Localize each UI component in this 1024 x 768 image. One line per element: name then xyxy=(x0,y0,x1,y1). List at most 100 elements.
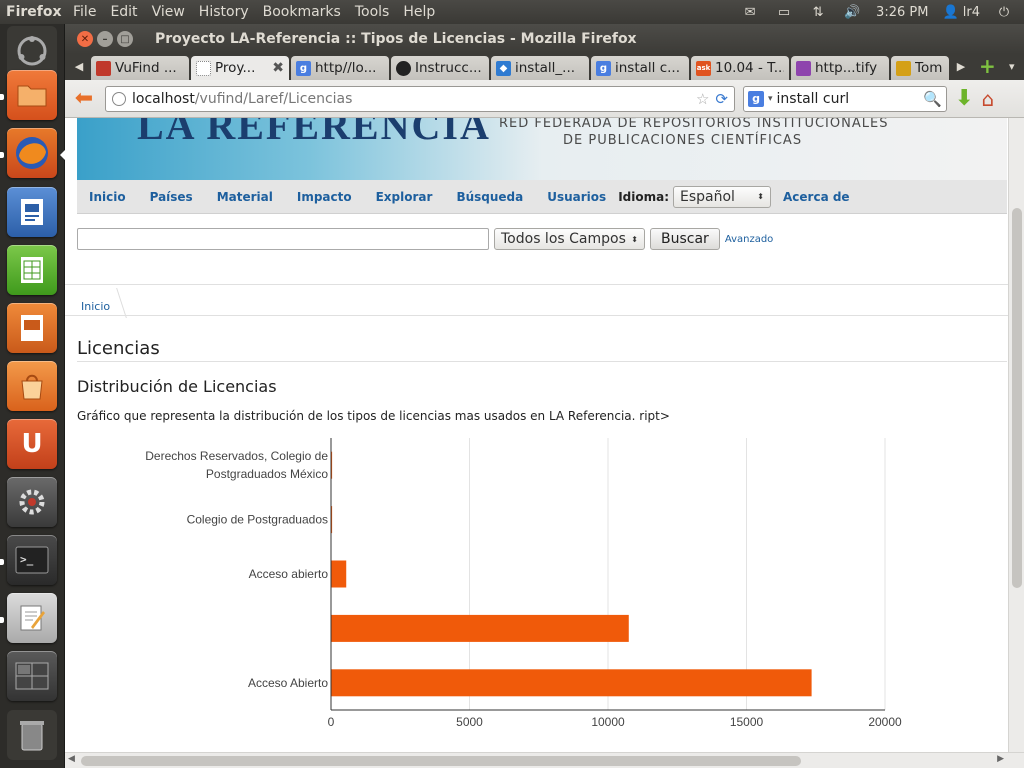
tab-install-c[interactable]: g install c... xyxy=(591,56,689,80)
menu-history[interactable]: History xyxy=(192,4,256,20)
page-title: Licencias xyxy=(77,338,160,359)
tabs-scroll-right-icon[interactable]: ▶ xyxy=(951,60,971,80)
breadcrumb-inicio[interactable]: Inicio xyxy=(81,300,110,313)
power-icon[interactable]: ⏻ xyxy=(994,4,1014,20)
clock[interactable]: 3:26 PM xyxy=(876,5,928,20)
site-banner: LA REFERENCIA RED FEDERADA DE REPOSITORI… xyxy=(77,118,1007,180)
horizontal-scrollbar[interactable]: ◀ ▶ xyxy=(65,752,1024,768)
nav-material[interactable]: Material xyxy=(217,190,273,204)
bar[interactable] xyxy=(331,560,347,588)
text-editor-icon[interactable] xyxy=(7,593,57,643)
scroll-right-icon[interactable]: ▶ xyxy=(997,754,1004,764)
x-tick-label: 20000 xyxy=(868,715,902,729)
user-menu[interactable]: 👤 lr4 xyxy=(942,5,980,20)
search-button[interactable]: Buscar xyxy=(650,228,720,250)
downloads-icon[interactable]: ⬇ xyxy=(955,86,973,111)
menu-file[interactable]: File xyxy=(66,4,103,20)
tab-vufind[interactable]: VuFind ... xyxy=(91,56,189,80)
x-tick-label: 10000 xyxy=(591,715,625,729)
tabs-scroll-left-icon[interactable]: ◀ xyxy=(69,60,89,80)
tab-tom[interactable]: Tom xyxy=(891,56,949,80)
tab-instrucc[interactable]: Instrucc... xyxy=(391,56,489,80)
files-icon[interactable] xyxy=(7,70,57,120)
tab-askubuntu[interactable]: ask 10.04 - T... xyxy=(691,56,789,80)
menu-help[interactable]: Help xyxy=(396,4,442,20)
scrollbar-thumb[interactable] xyxy=(81,756,801,766)
nav-busqueda[interactable]: Búsqueda xyxy=(456,190,523,204)
menu-view[interactable]: View xyxy=(145,4,192,20)
menu-bookmarks[interactable]: Bookmarks xyxy=(256,4,348,20)
tomcat-icon xyxy=(896,60,911,76)
tab-install-underscore[interactable]: ◆ install_... xyxy=(491,56,589,80)
window-titlebar: ✕ – □ Proyecto LA-Referencia :: Tipos de… xyxy=(65,24,1024,54)
site-identity-icon[interactable] xyxy=(112,91,126,106)
bookmark-star-icon[interactable]: ☆ xyxy=(696,90,709,108)
menu-edit[interactable]: Edit xyxy=(103,4,144,20)
close-tab-icon[interactable]: ✖ xyxy=(272,60,284,76)
favicon-icon xyxy=(96,60,111,76)
libreoffice-calc-icon[interactable] xyxy=(7,245,57,295)
tab-http-lo[interactable]: g http//lo... xyxy=(291,56,389,80)
firefox-window: ✕ – □ Proyecto LA-Referencia :: Tipos de… xyxy=(65,24,1024,768)
dash-home-icon[interactable] xyxy=(7,26,57,76)
scroll-left-icon[interactable]: ◀ xyxy=(68,754,75,764)
system-settings-icon[interactable] xyxy=(7,477,57,527)
reload-icon[interactable]: ⟳ xyxy=(715,90,728,108)
chevron-down-icon[interactable]: ▾ xyxy=(768,94,773,104)
home-icon[interactable]: ⌂ xyxy=(981,87,994,111)
nav-paises[interactable]: Países xyxy=(150,190,193,204)
tab-proyecto[interactable]: Proy... ✖ xyxy=(191,56,289,80)
trash-icon[interactable] xyxy=(7,710,57,760)
tab-http-tify[interactable]: http...tify xyxy=(791,56,889,80)
category-label: Postgraduados México xyxy=(206,467,328,481)
language-select[interactable]: Español ⬍ xyxy=(673,185,771,208)
back-button[interactable]: ⬅ xyxy=(71,86,97,111)
advanced-search-link[interactable]: Avanzado xyxy=(725,234,773,245)
window-maximize-button[interactable]: □ xyxy=(117,31,133,47)
vertical-scrollbar[interactable] xyxy=(1008,118,1024,752)
battery-icon[interactable]: ▭ xyxy=(774,4,794,20)
search-input[interactable] xyxy=(77,228,489,250)
scrollbar-thumb[interactable] xyxy=(1012,208,1022,588)
nav-inicio[interactable]: Inicio xyxy=(89,190,126,204)
app-menu: File Edit View History Bookmarks Tools H… xyxy=(66,4,442,20)
list-all-tabs-icon[interactable]: ▾ xyxy=(1002,60,1022,80)
network-icon[interactable]: ⇅ xyxy=(808,4,828,20)
window-close-button[interactable]: ✕ xyxy=(77,31,93,47)
ubuntu-one-icon[interactable]: U xyxy=(7,419,57,469)
volume-icon[interactable]: 🔊 xyxy=(842,4,862,20)
active-app-name: Firefox xyxy=(6,4,62,20)
updown-icon: ⬍ xyxy=(757,192,764,201)
libreoffice-impress-icon[interactable] xyxy=(7,303,57,353)
tab-label: install c... xyxy=(615,60,680,76)
bar[interactable] xyxy=(331,669,812,697)
nav-acerca-de[interactable]: Acerca de xyxy=(783,190,850,204)
window-minimize-button[interactable]: – xyxy=(97,31,113,47)
menu-tools[interactable]: Tools xyxy=(348,4,397,20)
firefox-icon[interactable] xyxy=(7,128,57,178)
url-bar[interactable]: localhost/vufind/Laref/Licencias ☆ ⟳ xyxy=(105,85,735,112)
tab-strip: ◀ VuFind ... Proy... ✖ g http//lo... Ins… xyxy=(65,54,1024,80)
running-indicator xyxy=(0,152,4,158)
terminal-icon[interactable]: >_ xyxy=(7,535,57,585)
search-icon[interactable]: 🔍 xyxy=(923,90,942,108)
new-tab-button[interactable]: + xyxy=(973,54,1000,80)
nav-impacto[interactable]: Impacto xyxy=(297,190,352,204)
search-scope-select[interactable]: Todos los Campos ⬍ xyxy=(494,228,645,250)
launcher: U >_ xyxy=(0,24,65,768)
running-indicator xyxy=(0,94,4,100)
section-title: Distribución de Licencias xyxy=(77,377,277,396)
mail-icon[interactable]: ✉ xyxy=(740,4,760,20)
system-top-panel: Firefox File Edit View History Bookmarks… xyxy=(0,0,1024,24)
nav-explorar[interactable]: Explorar xyxy=(376,190,433,204)
search-engine-google-icon[interactable]: g xyxy=(748,90,764,107)
category-label: Acceso Abierto xyxy=(248,676,328,690)
bar[interactable] xyxy=(331,614,629,642)
software-center-icon[interactable] xyxy=(7,361,57,411)
libreoffice-writer-icon[interactable] xyxy=(7,187,57,237)
search-bar[interactable]: g ▾ install curl 🔍 xyxy=(743,85,947,112)
dropbox-icon: ◆ xyxy=(496,60,511,76)
workspace-switcher-icon[interactable] xyxy=(7,651,57,701)
tab-label: Instrucc... xyxy=(415,60,482,76)
nav-usuarios[interactable]: Usuarios xyxy=(547,190,606,204)
